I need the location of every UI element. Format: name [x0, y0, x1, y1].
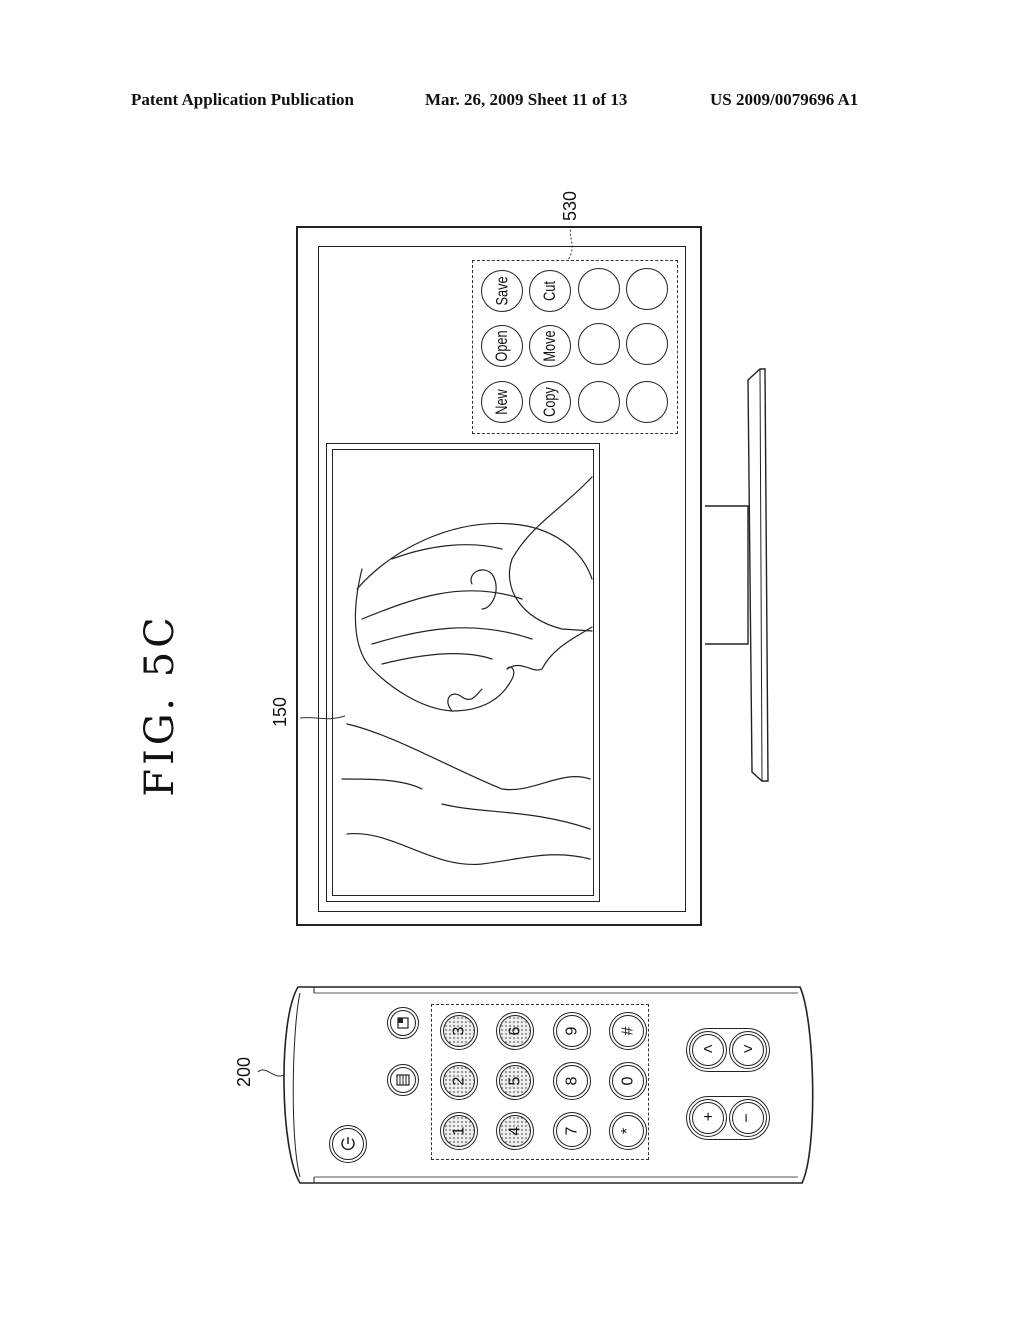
menu-button-empty[interactable]: [626, 323, 668, 365]
ear: [470, 569, 497, 610]
back-line-2: [341, 778, 591, 830]
menu-button-open[interactable]: Open: [481, 325, 523, 367]
nav-right-button[interactable]: >: [729, 1031, 767, 1069]
hair-strand-3: [381, 652, 493, 665]
menu-button-save[interactable]: Save: [481, 270, 523, 312]
key-0[interactable]: 0: [609, 1062, 647, 1100]
neck-line: [506, 626, 593, 671]
key-3[interactable]: 3: [440, 1012, 478, 1050]
key-4[interactable]: 4: [496, 1112, 534, 1150]
key-8[interactable]: 8: [553, 1062, 591, 1100]
stand-base: [747, 368, 769, 782]
menu-button-empty[interactable]: [578, 268, 620, 310]
menu-icon: [396, 1074, 410, 1086]
menu-button-empty[interactable]: [626, 381, 668, 423]
menu-button-new[interactable]: New: [481, 381, 523, 423]
key-hash[interactable]: #: [609, 1012, 647, 1050]
hair-strand-1: [361, 590, 523, 620]
back-line-1: [346, 833, 591, 865]
hair-top: [356, 522, 593, 590]
face-outline: [354, 568, 515, 712]
key-7[interactable]: 7: [553, 1112, 591, 1150]
folder-button[interactable]: [387, 1007, 419, 1039]
menu-button-copy[interactable]: Copy: [529, 381, 571, 423]
menu-button-move[interactable]: Move: [529, 325, 571, 367]
key-9[interactable]: 9: [553, 1012, 591, 1050]
stand-neck: [705, 505, 749, 645]
power-button[interactable]: [329, 1125, 367, 1163]
key-5[interactable]: 5: [496, 1062, 534, 1100]
menu-button-empty[interactable]: [626, 268, 668, 310]
key-2[interactable]: 2: [440, 1062, 478, 1100]
menu-button[interactable]: [387, 1064, 419, 1096]
hair-strand-4: [391, 544, 503, 560]
image-illustration: [341, 476, 593, 865]
shoulder-line: [508, 476, 593, 632]
tv-stand: [705, 368, 769, 782]
folder-icon: [397, 1017, 409, 1029]
key-1[interactable]: 1: [440, 1112, 478, 1150]
menu-button-empty[interactable]: [578, 381, 620, 423]
hair-strand-2: [371, 627, 533, 645]
menu-button-empty[interactable]: [578, 323, 620, 365]
nav-left-button[interactable]: <: [689, 1031, 727, 1069]
power-icon: [341, 1137, 355, 1151]
menu-button-cut[interactable]: Cut: [529, 270, 571, 312]
key-6[interactable]: 6: [496, 1012, 534, 1050]
volume-minus-button[interactable]: −: [729, 1099, 767, 1137]
volume-plus-button[interactable]: +: [689, 1099, 727, 1137]
key-star[interactable]: *: [609, 1112, 647, 1150]
